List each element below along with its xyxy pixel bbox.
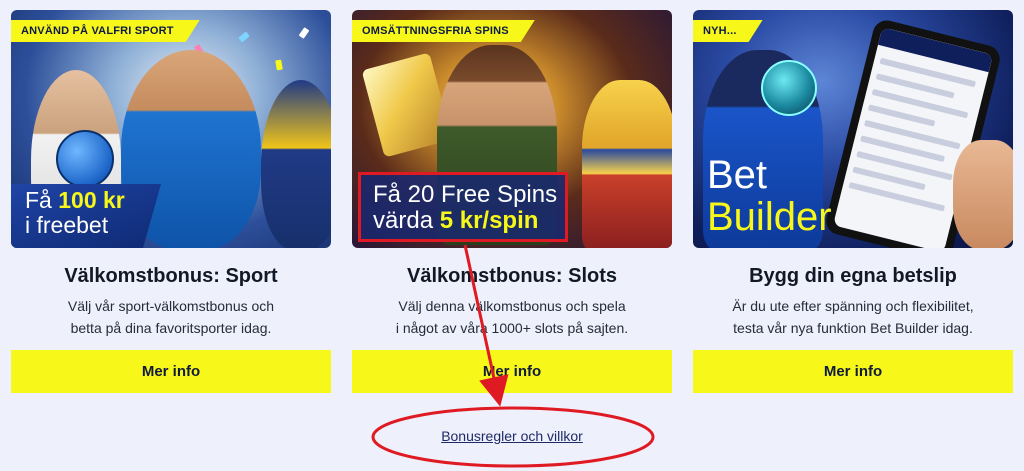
bonus-terms-link[interactable]: Bonusregler och villkor: [441, 428, 583, 444]
offer-prefix: värda: [373, 207, 440, 234]
slots-bonus-banner[interactable]: OMSÄTTNINGSFRIA SPINS Få 20 Free Spins v…: [352, 10, 672, 248]
ball-icon: [56, 130, 114, 188]
hand-figure: [953, 140, 1013, 248]
confetti: [275, 59, 283, 71]
offer-text: Bet Builder: [707, 154, 832, 238]
sport-bonus-card: ANVÄND PÅ VALFRI SPORT Få 100 kr i freeb…: [11, 10, 331, 393]
terms-link-container: Bonusregler och villkor: [0, 428, 1024, 446]
slots-bonus-card: OMSÄTTNINGSFRIA SPINS Få 20 Free Spins v…: [352, 10, 672, 393]
offer-box: Få 20 Free Spins värda 5 kr/spin: [358, 172, 568, 242]
desc-line: Välj vår sport-välkomstbonus och: [67, 298, 275, 314]
offer-line: Bet: [707, 153, 768, 197]
more-info-button[interactable]: Mer info: [11, 350, 331, 393]
card-title: Välkomstbonus: Sport: [64, 265, 278, 287]
desc-line: betta på dina favoritsporter idag.: [70, 320, 272, 336]
offer-text: Få 20 Free Spins värda 5 kr/spin: [373, 182, 557, 234]
hockey-player-figure: [261, 80, 331, 248]
more-info-button[interactable]: Mer info: [352, 350, 672, 393]
offer-text: Få 100 kr i freebet: [25, 188, 125, 238]
card-title: Bygg din egna betslip: [749, 265, 957, 287]
offer-subtext: i freebet: [25, 212, 109, 238]
sport-bonus-banner[interactable]: ANVÄND PÅ VALFRI SPORT Få 100 kr i freeb…: [11, 10, 331, 248]
desc-line: testa vår nya funktion Bet Builder idag.: [733, 320, 973, 336]
pharaoh-figure: [582, 80, 672, 248]
ball-icon: [761, 60, 817, 116]
phone-row: [848, 181, 946, 212]
card-description: Välj vår sport-välkomstbonus och betta p…: [11, 295, 331, 339]
bet-builder-banner[interactable]: NYH... Bet Builder: [693, 10, 1013, 248]
promo-tag: ANVÄND PÅ VALFRI SPORT: [11, 20, 200, 42]
offer-amount: 5 kr/spin: [439, 207, 539, 234]
card-description: Välj denna välkomstbonus och spela i någ…: [352, 295, 672, 339]
desc-line: Välj denna välkomstbonus och spela: [398, 298, 626, 314]
card-description: Är du ute efter spänning och flexibilite…: [693, 295, 1013, 339]
offer-amount: 100 kr: [58, 187, 125, 213]
offer-prefix: Få: [25, 187, 59, 213]
offer-line: Få 20 Free Spins: [373, 181, 558, 208]
card-title: Välkomstbonus: Slots: [406, 265, 618, 287]
more-info-button[interactable]: Mer info: [693, 350, 1013, 393]
desc-line: i något av våra 1000+ slots på sajten.: [395, 320, 629, 336]
confetti: [298, 27, 310, 39]
promo-tag: OMSÄTTNINGSFRIA SPINS: [352, 20, 535, 42]
desc-line: Är du ute efter spänning och flexibilite…: [732, 298, 974, 314]
confetti: [238, 31, 250, 43]
promo-tag: NYH...: [693, 20, 763, 42]
offer-line: Builder: [707, 195, 832, 239]
bet-builder-card: NYH... Bet Builder Bygg din egna betslip…: [693, 10, 1013, 393]
